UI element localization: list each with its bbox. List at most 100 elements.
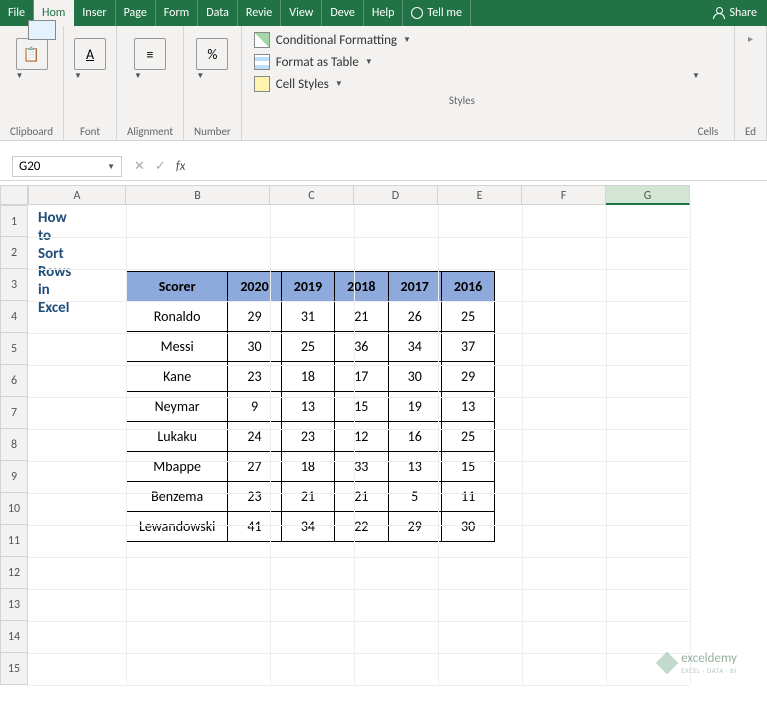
column-header-E[interactable]: E (438, 185, 522, 205)
value-cell[interactable]: 9 (228, 392, 281, 422)
value-cell[interactable]: 25 (441, 302, 494, 332)
formula-input[interactable] (185, 157, 767, 176)
value-cell[interactable]: 23 (228, 482, 281, 512)
row-header-7[interactable]: 7 (0, 397, 28, 429)
row-header-9[interactable]: 9 (0, 461, 28, 493)
column-header-G[interactable]: G (606, 185, 690, 205)
value-cell[interactable]: 12 (335, 422, 388, 452)
value-cell[interactable]: 13 (388, 452, 441, 482)
tab-help[interactable]: Help (364, 0, 404, 26)
row-header-5[interactable]: 5 (0, 333, 28, 365)
spreadsheet-grid[interactable]: ABCDEFG 123456789101112131415 How to Sor… (0, 185, 767, 705)
row-header-6[interactable]: 6 (0, 365, 28, 397)
share-button[interactable]: Share (703, 0, 767, 26)
value-cell[interactable]: 21 (281, 482, 334, 512)
value-cell[interactable]: 18 (281, 362, 334, 392)
value-cell[interactable]: 18 (281, 452, 334, 482)
row-header-8[interactable]: 8 (0, 429, 28, 461)
paste-icon[interactable]: 📋 (16, 38, 48, 70)
format-as-table-button[interactable]: Format as Table ▼ (254, 54, 670, 70)
value-cell[interactable]: 23 (281, 422, 334, 452)
cancel-icon[interactable]: ✕ (134, 159, 145, 174)
scorer-cell[interactable]: Kane (127, 362, 228, 392)
value-cell[interactable]: 16 (388, 422, 441, 452)
row-header-14[interactable]: 14 (0, 621, 28, 653)
value-cell[interactable]: 33 (335, 452, 388, 482)
value-cell[interactable]: 29 (228, 302, 281, 332)
conditional-formatting-button[interactable]: Conditional Formatting ▼ (254, 32, 670, 48)
tab-view[interactable]: View (281, 0, 322, 26)
scorer-cell[interactable]: Mbappe (127, 452, 228, 482)
value-cell[interactable]: 24 (228, 422, 281, 452)
column-header-F[interactable]: F (522, 185, 606, 205)
scorer-cell[interactable]: Messi (127, 332, 228, 362)
row-header-15[interactable]: 15 (0, 653, 28, 685)
value-cell[interactable]: 30 (388, 362, 441, 392)
value-cell[interactable]: 30 (228, 332, 281, 362)
column-header-A[interactable]: A (28, 185, 126, 205)
row-header-11[interactable]: 11 (0, 525, 28, 557)
name-box[interactable]: G20 ▼ (12, 156, 122, 177)
value-cell[interactable]: 21 (335, 302, 388, 332)
row-header-4[interactable]: 4 (0, 301, 28, 333)
column-header-B[interactable]: B (126, 185, 270, 205)
tab-data[interactable]: Data (198, 0, 238, 26)
value-cell[interactable]: 25 (281, 332, 334, 362)
tab-developer[interactable]: Deve (322, 0, 364, 26)
cell-styles-button[interactable]: Cell Styles ▼ (254, 76, 670, 92)
select-all-corner[interactable] (0, 185, 28, 205)
value-cell[interactable]: 5 (388, 482, 441, 512)
scorer-cell[interactable]: Ronaldo (127, 302, 228, 332)
column-header-C[interactable]: C (270, 185, 354, 205)
row-header-2[interactable]: 2 (0, 237, 28, 269)
tab-formulas[interactable]: Form (156, 0, 198, 26)
font-icon[interactable]: A (74, 38, 106, 70)
chevron-down-icon[interactable]: ▼ (16, 71, 48, 81)
value-cell[interactable]: 31 (281, 302, 334, 332)
value-cell[interactable]: 30 (441, 512, 494, 542)
alignment-icon[interactable]: ≡ (134, 38, 166, 70)
row-header-3[interactable]: 3 (0, 269, 28, 301)
value-cell[interactable]: 11 (441, 482, 494, 512)
value-cell[interactable]: 34 (281, 512, 334, 542)
value-cell[interactable]: 21 (335, 482, 388, 512)
value-cell[interactable]: 29 (441, 362, 494, 392)
value-cell[interactable]: 29 (388, 512, 441, 542)
chevron-down-icon[interactable]: ▼ (74, 71, 106, 81)
tab-review[interactable]: Revie (238, 0, 281, 26)
value-cell[interactable]: 22 (335, 512, 388, 542)
value-cell[interactable]: 34 (388, 332, 441, 362)
row-header-12[interactable]: 12 (0, 557, 28, 589)
chevron-down-icon[interactable]: ▼ (196, 71, 228, 81)
column-header-D[interactable]: D (354, 185, 438, 205)
value-cell[interactable]: 17 (335, 362, 388, 392)
value-cell[interactable]: 27 (228, 452, 281, 482)
scorer-cell[interactable]: Lewandowski (127, 512, 228, 542)
scorer-cell[interactable]: Benzema (127, 482, 228, 512)
value-cell[interactable]: 19 (388, 392, 441, 422)
row-header-10[interactable]: 10 (0, 493, 28, 525)
chevron-down-icon[interactable]: ▼ (692, 71, 724, 81)
enter-icon[interactable]: ✓ (155, 159, 166, 174)
cells-icon[interactable] (28, 20, 56, 40)
value-cell[interactable]: 13 (441, 392, 494, 422)
value-cell[interactable]: 36 (335, 332, 388, 362)
fx-icon[interactable]: fx (176, 159, 186, 174)
row-header-13[interactable]: 13 (0, 589, 28, 621)
tab-insert[interactable]: Inser (74, 0, 115, 26)
value-cell[interactable]: 13 (281, 392, 334, 422)
chevron-down-icon[interactable]: ▼ (134, 71, 166, 81)
scorer-cell[interactable]: Lukaku (127, 422, 228, 452)
value-cell[interactable]: 37 (441, 332, 494, 362)
value-cell[interactable]: 25 (441, 422, 494, 452)
value-cell[interactable]: 15 (441, 452, 494, 482)
value-cell[interactable]: 15 (335, 392, 388, 422)
value-cell[interactable]: 26 (388, 302, 441, 332)
row-header-1[interactable]: 1 (0, 205, 28, 237)
tab-page-layout[interactable]: Page (116, 0, 156, 26)
tell-me-search[interactable]: Tell me (403, 0, 471, 26)
value-cell[interactable]: 23 (228, 362, 281, 392)
value-cell[interactable]: 41 (228, 512, 281, 542)
number-icon[interactable]: % (196, 38, 228, 70)
scorer-cell[interactable]: Neymar (127, 392, 228, 422)
